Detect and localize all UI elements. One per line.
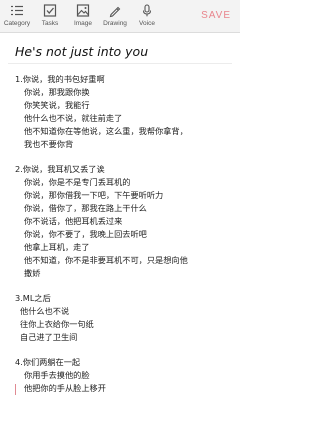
note-line: 你说，借你了，那我在路上干什么: [24, 203, 147, 213]
note-line: 3.ML之后: [15, 293, 51, 303]
note-line: 4.你们两躺在一起: [15, 357, 81, 367]
checkbox-icon: [43, 4, 57, 17]
note-line: 他拿上耳机，走了: [24, 242, 90, 252]
category-label: Category: [3, 20, 31, 27]
image-label: Image: [73, 20, 93, 27]
note-line: 撒娇: [24, 268, 41, 278]
note-line: 自己进了卫生间: [20, 332, 78, 342]
drawing-button[interactable]: Drawing: [100, 2, 130, 30]
category-icon: [11, 5, 23, 16]
note-line: 2.你说，我耳机又丢了诶: [15, 164, 105, 174]
category-button[interactable]: Category: [2, 2, 32, 30]
image-icon: [76, 4, 90, 17]
note-line: 你说，你不要了，我晚上回去听吧: [24, 229, 147, 239]
note-line: 1.你说，我的书包好重啊: [15, 74, 105, 84]
voice-label: Voice: [139, 20, 155, 27]
note-line: 我也不要你背: [24, 139, 74, 149]
note-title[interactable]: He's not just into you: [15, 44, 148, 59]
note-line: 你说，那你借我一下吧，下午要听听力: [24, 190, 164, 200]
tasks-button[interactable]: Tasks: [35, 2, 65, 30]
text-cursor: [15, 384, 16, 395]
note-line: 他不知道，你不是非要耳机不可，只是想向他: [24, 255, 188, 265]
note-line: 他不知道你在等他说，这么重，我帮你拿背，: [24, 126, 188, 136]
note-line: 你说，你是不是专门丢耳机的: [24, 177, 131, 187]
image-button[interactable]: Image: [68, 2, 98, 30]
note-line: 你笑笑说，我能行: [24, 100, 90, 110]
note-line: 他把你的手从脸上移开: [24, 383, 106, 393]
pen-icon: [109, 6, 121, 18]
note-toolbar: Category Tasks Image Drawing Voice SAVE: [0, 0, 240, 33]
voice-button[interactable]: Voice: [132, 2, 162, 30]
save-button[interactable]: SAVE: [201, 10, 231, 21]
note-line: 你不说话，他把耳机丢过来: [24, 216, 123, 226]
title-divider: [8, 63, 232, 64]
note-line: 往你上衣给你一句纸: [20, 319, 94, 329]
note-line: 你用手去摸他的脸: [24, 370, 90, 380]
note-line: 他什么也不说，就往前走了: [24, 113, 123, 123]
microphone-icon: [142, 4, 152, 17]
note-line: 他什么也不说: [20, 306, 70, 316]
drawing-label: Drawing: [103, 20, 127, 27]
note-line: 你说，那我跟你换: [24, 87, 90, 97]
tasks-label: Tasks: [41, 20, 59, 27]
